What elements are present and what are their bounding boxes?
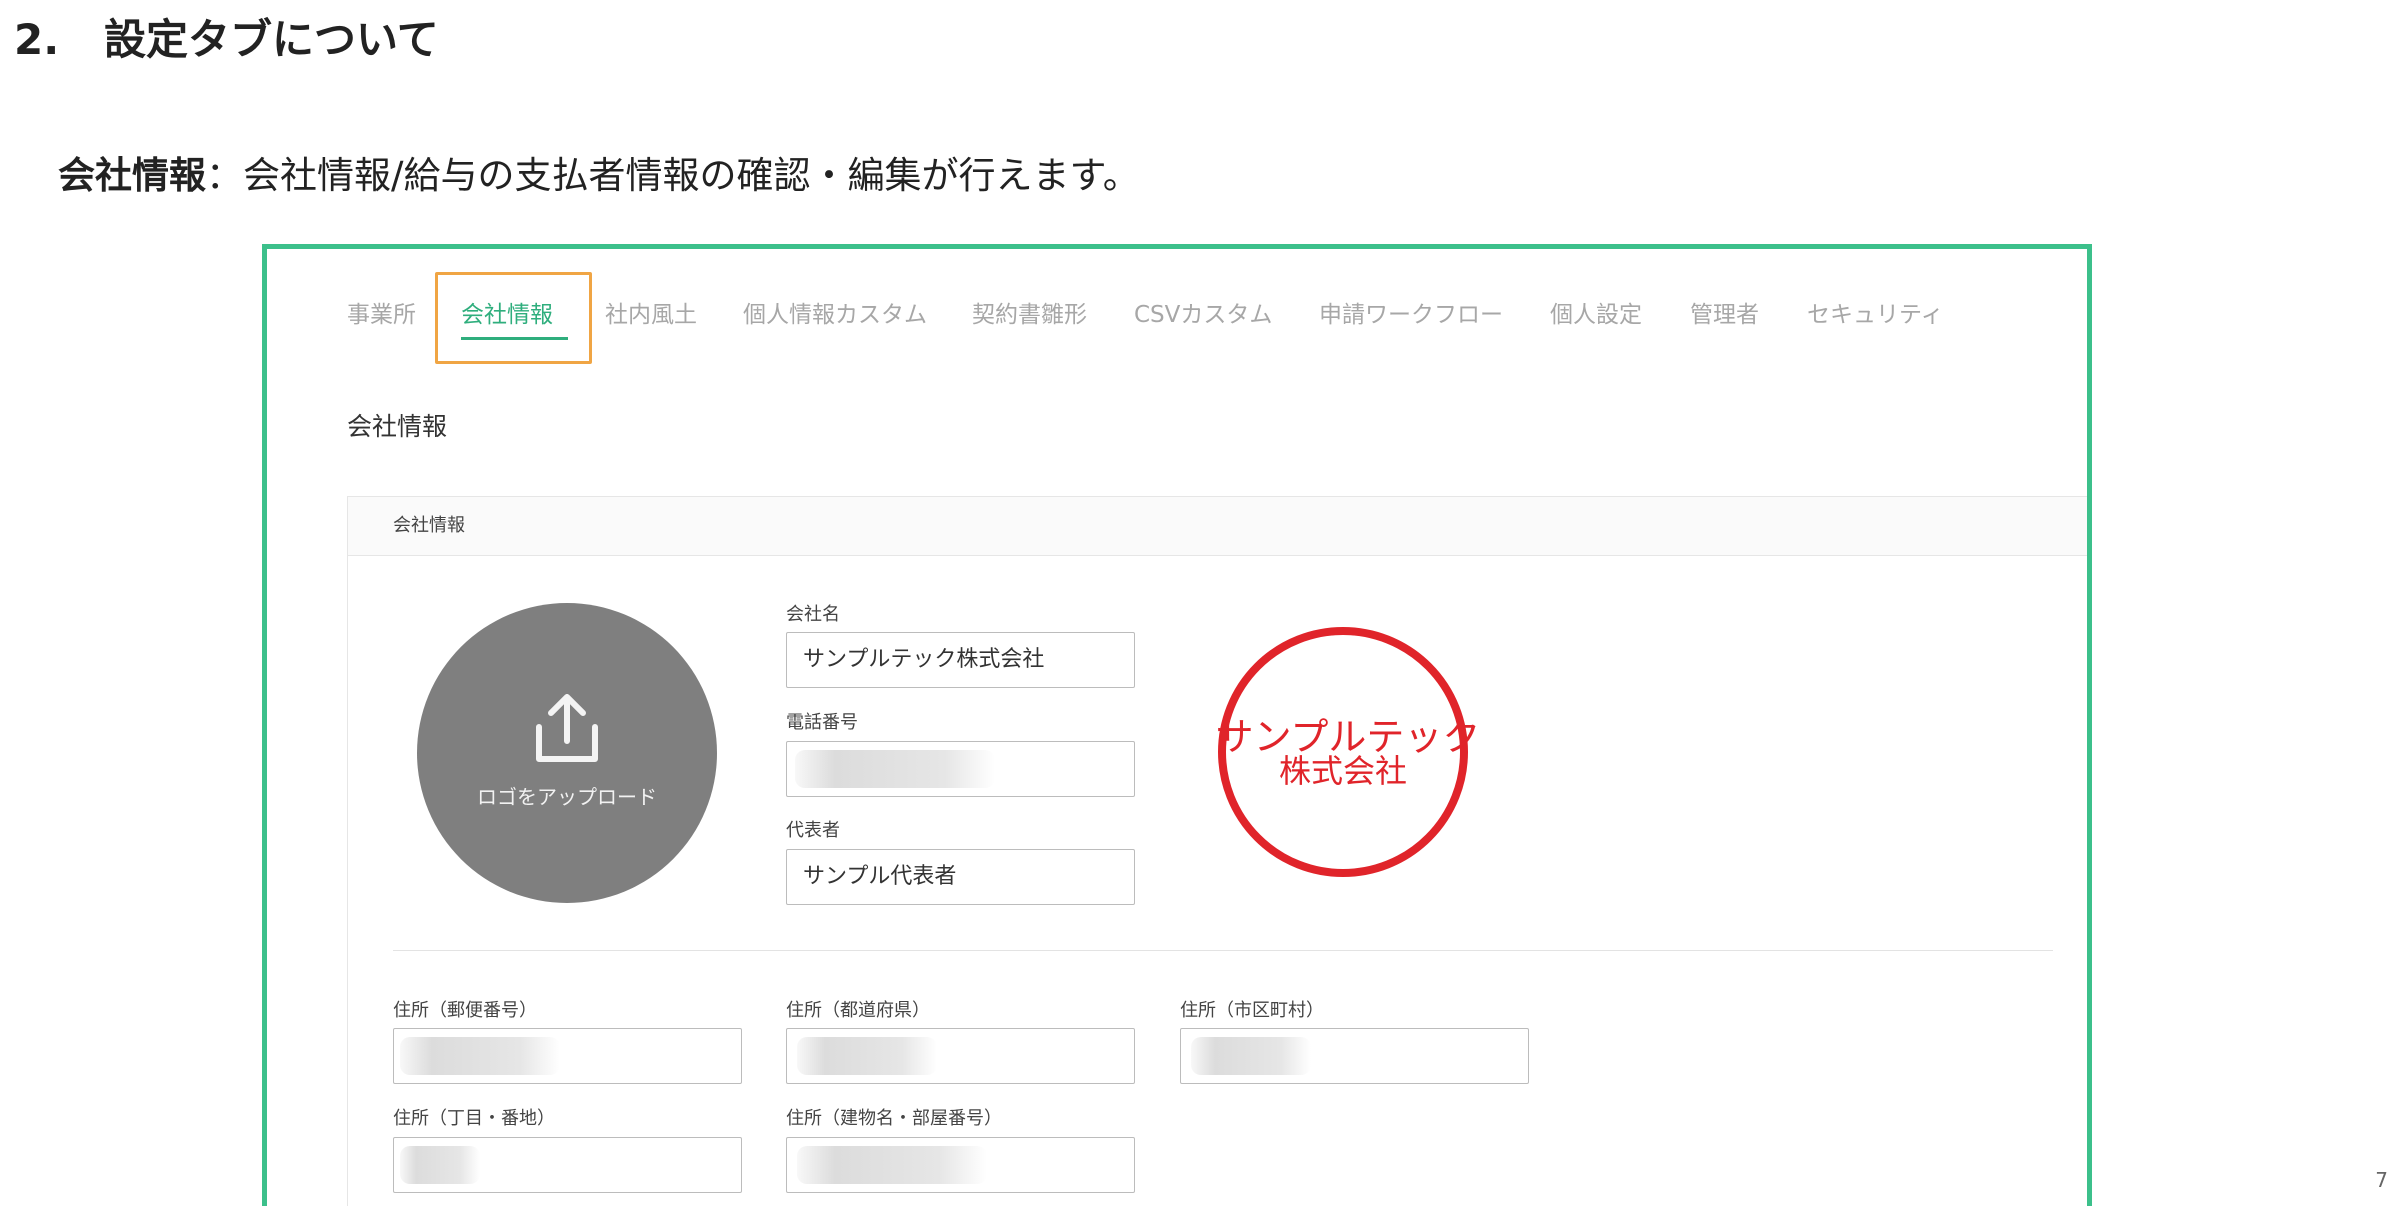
building-input[interactable] — [786, 1137, 1135, 1193]
redacted-value — [797, 1037, 937, 1075]
representative-label: 代表者 — [786, 820, 840, 841]
street-label: 住所（丁目・番地） — [393, 1108, 555, 1129]
company-name-input[interactable]: サンプルテック株式会社 — [786, 632, 1135, 688]
tab-personal-info-custom[interactable]: 個人情報カスタム — [743, 299, 927, 331]
tab-contract-template[interactable]: 契約書雛形 — [972, 299, 1087, 331]
tab-personal-settings[interactable]: 個人設定 — [1550, 299, 1642, 331]
upload-icon — [536, 694, 598, 762]
city-input[interactable] — [1180, 1028, 1529, 1084]
redacted-value — [400, 1037, 560, 1075]
redacted-value — [797, 1146, 987, 1184]
section-number: 2. — [14, 15, 60, 64]
street-input[interactable] — [393, 1137, 742, 1193]
section-divider — [393, 950, 2053, 951]
intro-description: 会社情報/給与の支払者情報の確認・編集が行えます。 — [243, 154, 1140, 197]
phone-input[interactable] — [786, 741, 1135, 797]
city-label: 住所（市区町村） — [1180, 1000, 1324, 1021]
seal-text-line2: 株式会社 — [1279, 752, 1407, 790]
redacted-value — [1191, 1037, 1311, 1075]
settings-tab-bar: 事業所 会社情報 社内風土 個人情報カスタム 契約書雛形 CSVカスタム 申請ワ… — [267, 249, 2087, 369]
intro-label: 会社情報 — [58, 154, 206, 197]
logo-upload-button[interactable]: ロゴをアップロード — [417, 603, 717, 903]
phone-label: 電話番号 — [786, 712, 858, 733]
tab-office[interactable]: 事業所 — [347, 299, 416, 331]
logo-upload-label: ロゴをアップロード — [477, 785, 657, 809]
panel-header-label: 会社情報 — [393, 515, 465, 536]
tab-csv-custom[interactable]: CSVカスタム — [1134, 299, 1272, 331]
company-seal-image: サンプルテック 株式会社 — [1216, 627, 1480, 877]
tab-request-workflow[interactable]: 申請ワークフロー — [1319, 299, 1503, 331]
section-heading: 2. 設定タブについて — [14, 4, 439, 76]
company-name-label: 会社名 — [786, 604, 840, 625]
screenshot-frame: 事業所 会社情報 社内風土 個人情報カスタム 契約書雛形 CSVカスタム 申請ワ… — [262, 244, 2092, 1206]
tab-security[interactable]: セキュリティ — [1807, 299, 1944, 331]
page-title: 会社情報 — [347, 412, 448, 441]
postal-code-label: 住所（郵便番号） — [393, 1000, 537, 1021]
tab-company-culture[interactable]: 社内風土 — [605, 299, 697, 331]
prefecture-input[interactable] — [786, 1028, 1135, 1084]
panel-header: 会社情報 — [348, 497, 2087, 556]
intro-separator: ： — [206, 154, 243, 197]
section-title: 設定タブについて — [104, 15, 439, 64]
redacted-value — [795, 750, 995, 788]
intro-text: 会社情報：会社情報/給与の支払者情報の確認・編集が行えます。 — [58, 146, 1140, 206]
postal-code-input[interactable] — [393, 1028, 742, 1084]
company-info-panel: 会社情報 ロゴをアップロード 会社名 サンプルテック株式会社 電話番号 代表者 … — [347, 496, 2087, 1206]
building-label: 住所（建物名・部屋番号） — [786, 1108, 1002, 1129]
page-number: 7 — [2375, 1168, 2388, 1192]
tab-administrators[interactable]: 管理者 — [1690, 299, 1759, 331]
prefecture-label: 住所（都道府県） — [786, 1000, 930, 1021]
tab-company-info[interactable]: 会社情報 — [461, 299, 553, 331]
representative-input[interactable]: サンプル代表者 — [786, 849, 1135, 905]
redacted-value — [400, 1146, 480, 1184]
active-tab-underline — [461, 337, 568, 340]
